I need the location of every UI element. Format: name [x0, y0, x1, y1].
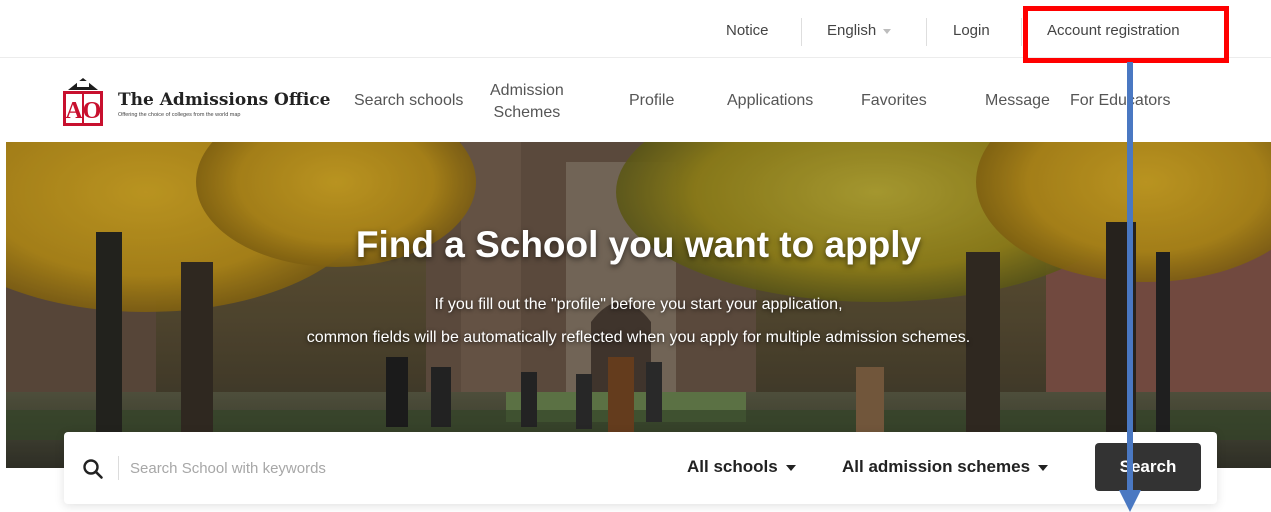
divider — [801, 18, 802, 46]
hero-title: Find a School you want to apply — [355, 224, 922, 265]
divider — [118, 456, 119, 480]
search-input[interactable] — [130, 452, 650, 484]
chevron-down-icon — [1038, 464, 1049, 471]
schemes-filter-label: All admission schemes — [842, 457, 1031, 476]
arrow-down-icon — [1119, 62, 1141, 512]
language-label: English — [827, 22, 877, 39]
schools-filter-dropdown[interactable]: All schools — [687, 457, 796, 477]
notice-link[interactable]: Notice — [726, 22, 769, 39]
search-icon — [83, 459, 103, 479]
nav-profile[interactable]: Profile — [629, 92, 674, 110]
divider — [1021, 18, 1022, 46]
brand-tagline: Offering the choice of colleges from the… — [118, 112, 241, 118]
hero-subtitle-line2: common fields will be automatically refl… — [306, 329, 971, 346]
chevron-down-icon — [785, 464, 796, 471]
schools-filter-label: All schools — [687, 457, 778, 476]
hero-subtitle-line1: If you fill out the "profile" before you… — [434, 296, 843, 313]
svg-text:A: A — [65, 98, 83, 124]
hero-banner: Find a School you want to apply If you f… — [6, 142, 1271, 468]
schemes-filter-dropdown[interactable]: All admission schemes — [842, 457, 1049, 477]
login-link[interactable]: Login — [953, 22, 990, 39]
svg-text:O: O — [83, 98, 102, 124]
nav-admission-schemes-line1: Admission — [490, 82, 564, 99]
nav-search-schools[interactable]: Search schools — [354, 92, 463, 110]
nav-message[interactable]: Message — [985, 92, 1050, 110]
nav-admission-schemes[interactable]: Admission Schemes — [490, 80, 564, 124]
search-button[interactable]: Search — [1095, 443, 1201, 491]
language-selector[interactable]: English — [827, 22, 892, 39]
school-search-bar: All schools All admission schemes Search — [64, 432, 1217, 504]
chevron-down-icon — [883, 28, 892, 34]
nav-admission-schemes-line2: Schemes — [493, 104, 561, 121]
highlight-annotation-box — [1023, 6, 1229, 63]
brand-name: The Admissions Office — [118, 90, 331, 110]
divider — [926, 18, 927, 46]
nav-applications[interactable]: Applications — [727, 92, 813, 110]
nav-favorites[interactable]: Favorites — [861, 92, 927, 110]
ao-logo-icon: A O — [63, 78, 103, 126]
